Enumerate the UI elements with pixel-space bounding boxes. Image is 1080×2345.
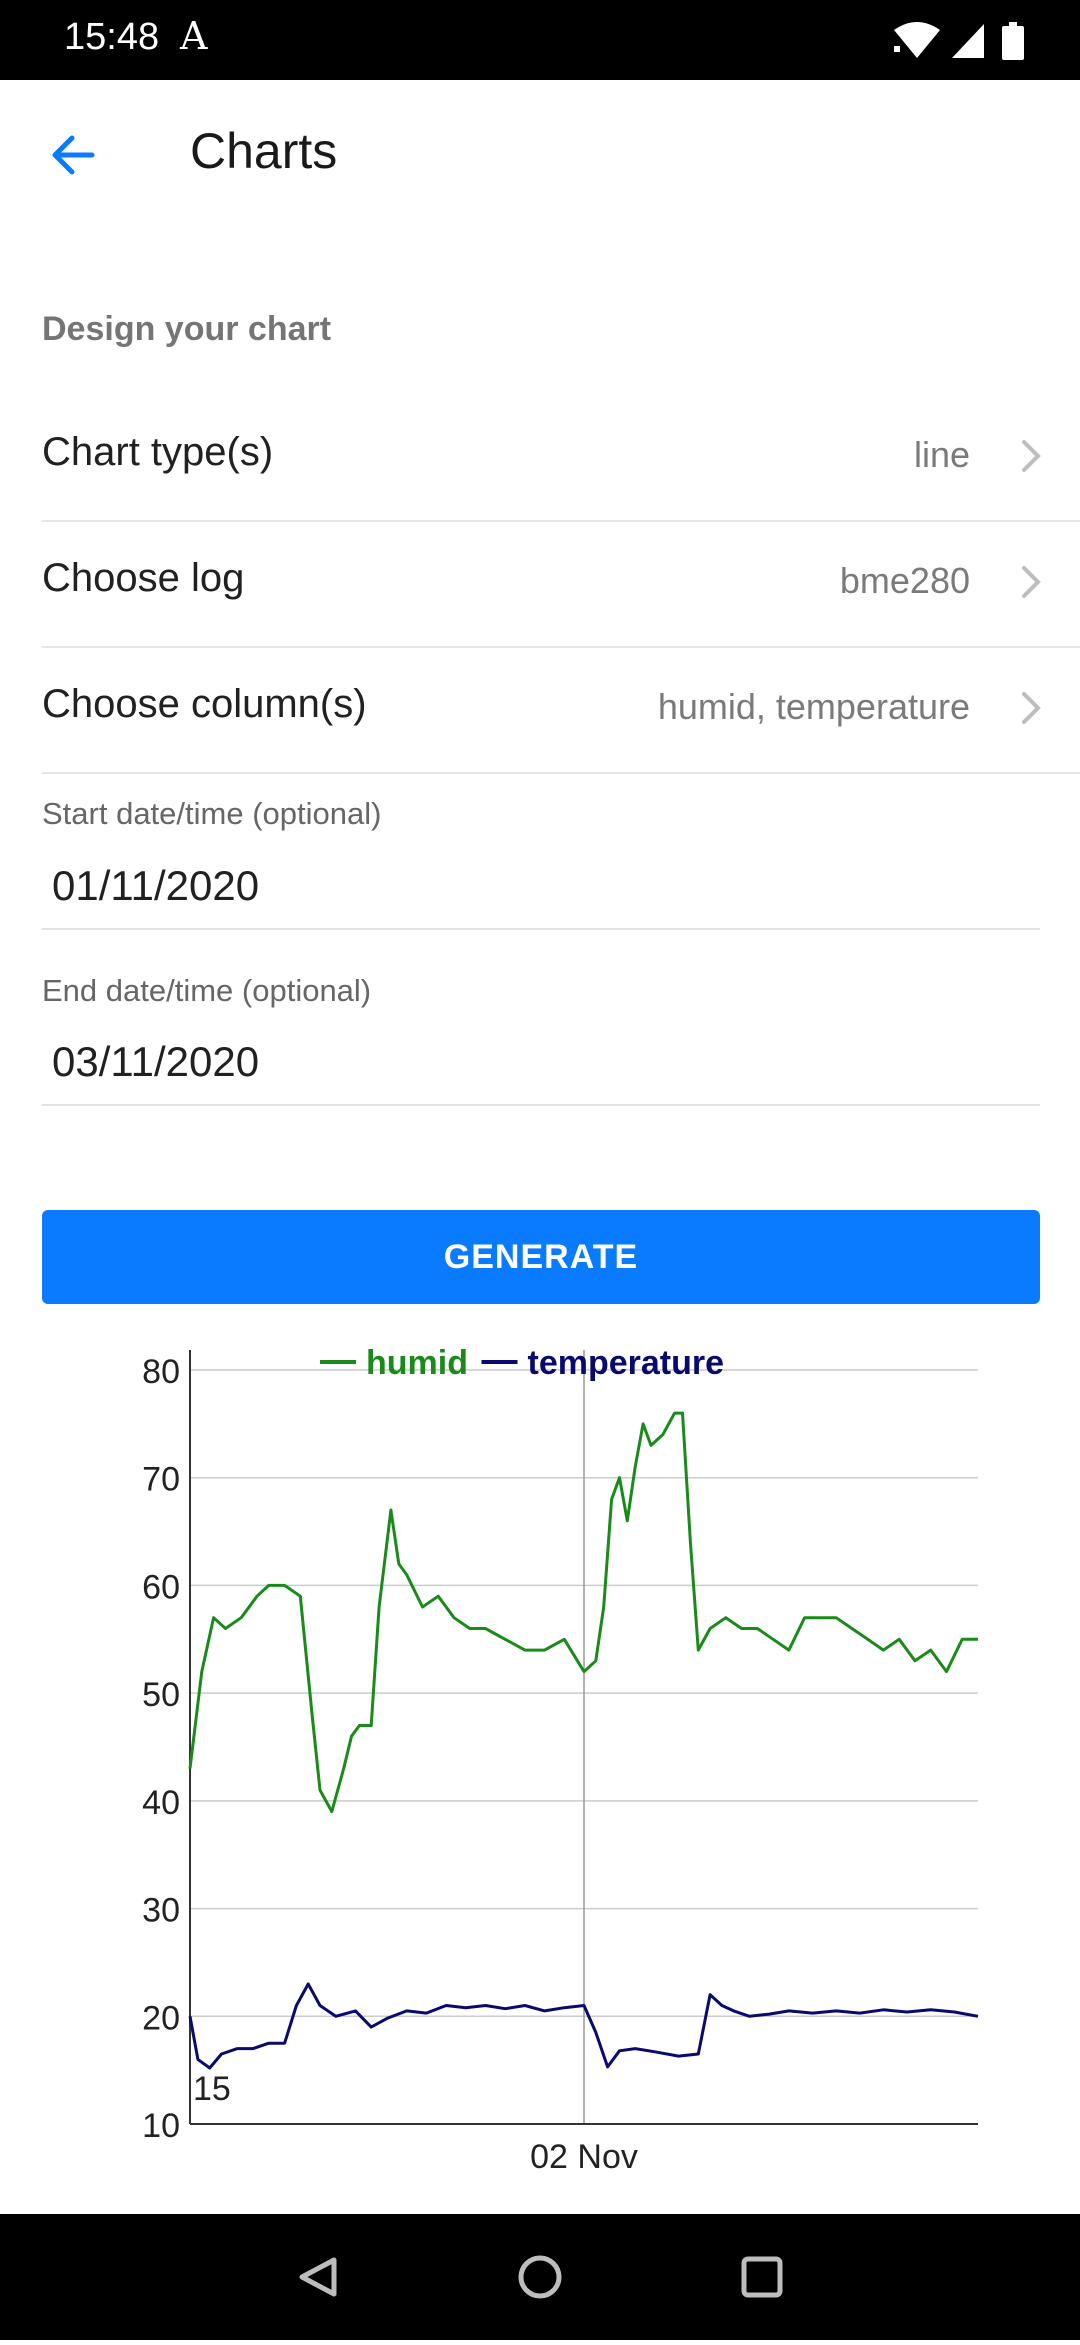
choose-columns-label: Choose column(s)	[42, 682, 367, 726]
cell-signal-icon	[952, 24, 984, 58]
choose-log-value: bme280	[839, 560, 970, 601]
start-date-input[interactable]: 01/11/2020	[42, 858, 1040, 930]
y-tick-label-60: 60	[142, 1568, 180, 1606]
choose-log-row[interactable]: Choose log bme280	[42, 522, 1080, 648]
home-nav-icon[interactable]	[518, 2255, 562, 2299]
y-tick-label-80: 80	[142, 1353, 180, 1391]
wifi-icon	[894, 22, 940, 58]
end-date-label: End date/time (optional)	[42, 973, 372, 1008]
status-icons	[894, 22, 1024, 60]
choose-columns-row[interactable]: Choose column(s) humid, temperature	[42, 648, 1080, 774]
legend-label-temperature: temperature	[528, 1344, 725, 1382]
end-date-input[interactable]: 03/11/2020	[42, 1034, 1040, 1106]
section-label: Design your chart	[42, 310, 332, 348]
generate-button[interactable]: GENERATE	[42, 1210, 1040, 1304]
choose-log-label: Choose log	[42, 556, 245, 600]
status-bar: 15:48 A	[0, 0, 1080, 80]
chevron-right-icon	[1022, 692, 1041, 724]
chart-type-value: line	[913, 434, 970, 475]
page-title: Charts	[190, 123, 338, 179]
chart-type-row[interactable]: Chart type(s) line	[42, 396, 1080, 522]
y-tick-label-50: 50	[142, 1676, 180, 1714]
line-chart: 80 70 60 50 40 30 20 10 02 Nov humid temperature 15	[142, 1344, 979, 2176]
start-date-value: 01/11/2020	[52, 862, 260, 909]
chart-annotation: 15	[193, 2070, 231, 2108]
y-tick-label-10: 10	[142, 2107, 180, 2145]
back-nav-icon[interactable]	[299, 2257, 337, 2297]
chart-type-label: Chart type(s)	[42, 430, 274, 474]
end-date-value: 03/11/2020	[52, 1038, 260, 1085]
y-tick-label-30: 30	[142, 1892, 180, 1930]
recents-nav-icon[interactable]	[741, 2256, 783, 2298]
choose-columns-value: humid, temperature	[657, 686, 970, 727]
y-tick-label-70: 70	[142, 1461, 180, 1499]
y-tick-label-20: 20	[142, 1999, 180, 2037]
chart: 80 70 60 50 40 30 20 10 02 Nov humid temperature 15	[0, 1330, 1080, 2190]
arrow-left-icon[interactable]	[40, 120, 110, 190]
chevron-right-icon	[1022, 566, 1041, 598]
accessibility-indicator-icon: A	[180, 14, 208, 58]
y-tick-label-40: 40	[142, 1784, 180, 1822]
legend-label-humid: humid	[366, 1344, 468, 1382]
x-tick-label: 02 Nov	[530, 2138, 638, 2176]
battery-icon	[1002, 22, 1024, 60]
start-date-label: Start date/time (optional)	[42, 796, 382, 831]
chevron-right-icon	[1022, 440, 1041, 472]
status-time: 15:48	[64, 16, 160, 58]
navigation-bar	[0, 2214, 1080, 2340]
